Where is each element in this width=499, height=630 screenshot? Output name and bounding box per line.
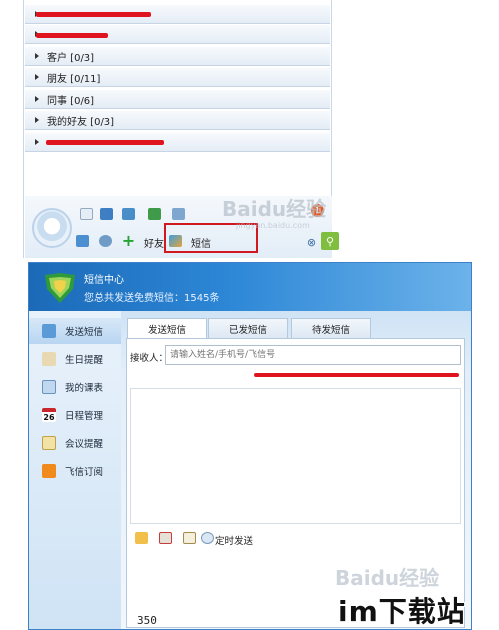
contact-group-my-friends[interactable]: 我的好友 [0/3] (25, 111, 330, 130)
screen-icon[interactable] (122, 208, 135, 220)
cake-icon (42, 352, 56, 366)
baidu-watermark: Baidu经验 jingyan.baidu.com (222, 193, 334, 233)
sidebar-item-birthday[interactable]: 生日提醒 (29, 346, 121, 372)
group-label: 我的好友 [0/3] (47, 116, 115, 128)
expand-arrow-icon[interactable] (35, 74, 39, 80)
tab-send-sms[interactable]: 发送短信 (127, 318, 207, 339)
redaction-mark (46, 140, 164, 145)
sidebar-item-meeting[interactable]: 会议提醒 (29, 430, 121, 456)
sidebar-item-timetable[interactable]: 我的课表 (29, 374, 121, 400)
app-grid-icon[interactable] (148, 208, 161, 220)
watermark-brand: Baidu经验 (335, 566, 440, 590)
watermark-url: jingyan.baidu.com (236, 221, 310, 230)
contact-group-colleagues[interactable]: 同事 [0/6] (25, 90, 330, 109)
title-bar[interactable]: 短信中心 您总共发送免费短信：1545条 (29, 263, 471, 311)
group-label: 朋友 [0/11] (47, 73, 101, 85)
tab-sent-sms[interactable]: 已发短信 (208, 318, 288, 338)
mail-icon[interactable] (80, 208, 93, 220)
compose-toolbar: 定时发送 (135, 530, 455, 548)
contact-list-empty-area (25, 152, 330, 194)
contact-group-friends[interactable]: 朋友 [0/11] (25, 68, 330, 87)
phone-icon[interactable] (100, 208, 113, 220)
expand-arrow-icon[interactable] (35, 96, 39, 102)
notes-icon[interactable] (172, 208, 185, 220)
clipboard-icon (42, 436, 56, 450)
calendar-icon: 26 (42, 408, 56, 422)
sent-summary: 您总共发送免费短信：1545条 (84, 293, 220, 304)
sms-sidebar: 发送短信 生日提醒 我的课表 26 日程管理 会议提醒 飞信订阅 (29, 311, 121, 629)
sidebar-item-label: 发送短信 (65, 327, 104, 338)
emoticon-icon[interactable] (135, 532, 148, 544)
add-friend-label[interactable]: 好友 (144, 235, 164, 250)
timetable-icon (42, 380, 56, 394)
link-icon[interactable]: ⊗ (305, 236, 318, 249)
sidebar-item-subscription[interactable]: 飞信订阅 (29, 458, 121, 484)
search-icon[interactable]: ⚲ (321, 232, 339, 250)
tab-label: 待发短信 (311, 324, 350, 336)
gear-icon[interactable] (99, 235, 112, 247)
sidebar-item-send-sms[interactable]: 发送短信 (29, 318, 121, 344)
schedule-send-label[interactable]: 定时发送 (215, 533, 253, 547)
edit-note-icon[interactable] (183, 532, 196, 544)
sms-icon (42, 324, 56, 338)
watermark-brand: Baidu经验 (222, 197, 327, 221)
recipient-label: 接收人： (130, 353, 169, 364)
tab-pending-sms[interactable]: 待发短信 (291, 318, 371, 338)
group-label: 客户 [0/3] (47, 52, 95, 64)
redaction-mark (36, 33, 108, 38)
sidebar-item-label: 我的课表 (65, 383, 104, 394)
expand-arrow-icon[interactable] (35, 139, 39, 145)
clock-icon[interactable] (201, 532, 214, 544)
sidebar-item-label: 飞信订阅 (65, 467, 104, 478)
sidebar-item-schedule[interactable]: 26 日程管理 (29, 402, 121, 428)
card-icon[interactable] (159, 532, 172, 544)
tab-label: 发送短信 (147, 325, 186, 336)
window-title: 短信中心 (84, 275, 124, 286)
sidebar-item-label: 会议提醒 (65, 439, 104, 450)
shirt-icon[interactable] (76, 235, 89, 247)
redaction-mark (254, 373, 459, 377)
site-logo: im下载站 (338, 595, 466, 628)
expand-arrow-icon[interactable] (35, 117, 39, 123)
sidebar-item-label: 生日提醒 (65, 355, 104, 366)
add-friend-icon[interactable]: + (122, 231, 135, 250)
char-count: 350 (137, 614, 157, 627)
group-label: 同事 [0/6] (47, 95, 95, 107)
fetion-logo-icon (45, 273, 75, 303)
expand-arrow-icon[interactable] (35, 53, 39, 59)
rss-icon (42, 464, 56, 478)
tab-label: 已发短信 (228, 324, 267, 336)
fetion-logo-icon[interactable] (32, 208, 72, 248)
message-textarea[interactable] (130, 388, 461, 524)
recipient-input[interactable] (165, 345, 461, 365)
contact-group-clients[interactable]: 客户 [0/3] (25, 47, 330, 66)
redaction-mark (36, 12, 151, 17)
sidebar-item-label: 日程管理 (65, 411, 104, 422)
